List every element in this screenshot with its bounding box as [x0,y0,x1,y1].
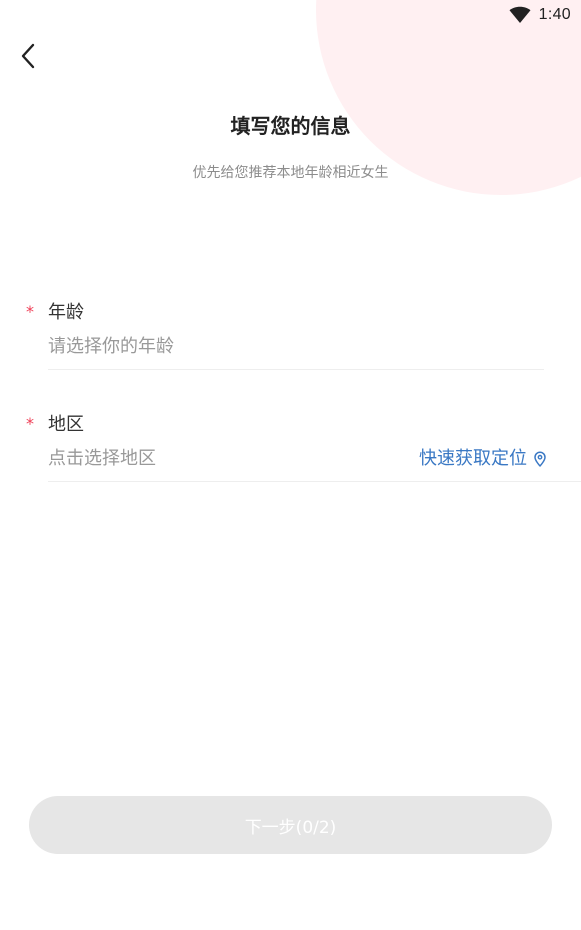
region-divider [48,481,581,482]
page-title: 填写您的信息 [230,114,351,138]
location-pin-icon [534,451,546,467]
page-subtitle: 优先给您推荐本地年龄相近女生 [192,165,389,181]
region-label-row: * 地区 [0,412,581,438]
region-select[interactable]: 点击选择地区 快速获取定位 [0,438,581,482]
region-label: 地区 [48,414,84,435]
age-field: * 年龄 请选择你的年龄 [0,300,581,370]
quick-locate-button[interactable]: 快速获取定位 [419,446,547,472]
region-field: * 地区 点击选择地区 快速获取定位 [0,412,581,482]
age-divider [48,369,544,370]
info-form-screen: 1:40 填写您的信息 优先给您推荐本地年龄相近女生 * 年龄 请选择你的年龄 … [0,0,581,930]
age-label: 年龄 [48,302,84,323]
status-time: 1:40 [538,6,571,23]
required-mark: * [26,302,34,321]
back-button[interactable] [12,40,44,72]
status-bar: 1:40 [509,0,581,30]
chevron-left-icon [21,43,35,69]
age-select[interactable]: 请选择你的年龄 [0,326,581,370]
region-placeholder[interactable]: 点击选择地区 [48,446,156,472]
required-mark: * [26,414,34,433]
quick-locate-label: 快速获取定位 [419,448,527,469]
next-step-button[interactable]: 下一步(0/2) [29,796,552,854]
age-placeholder[interactable]: 请选择你的年龄 [48,334,174,360]
wifi-icon [509,6,531,23]
age-label-row: * 年龄 [0,300,581,326]
